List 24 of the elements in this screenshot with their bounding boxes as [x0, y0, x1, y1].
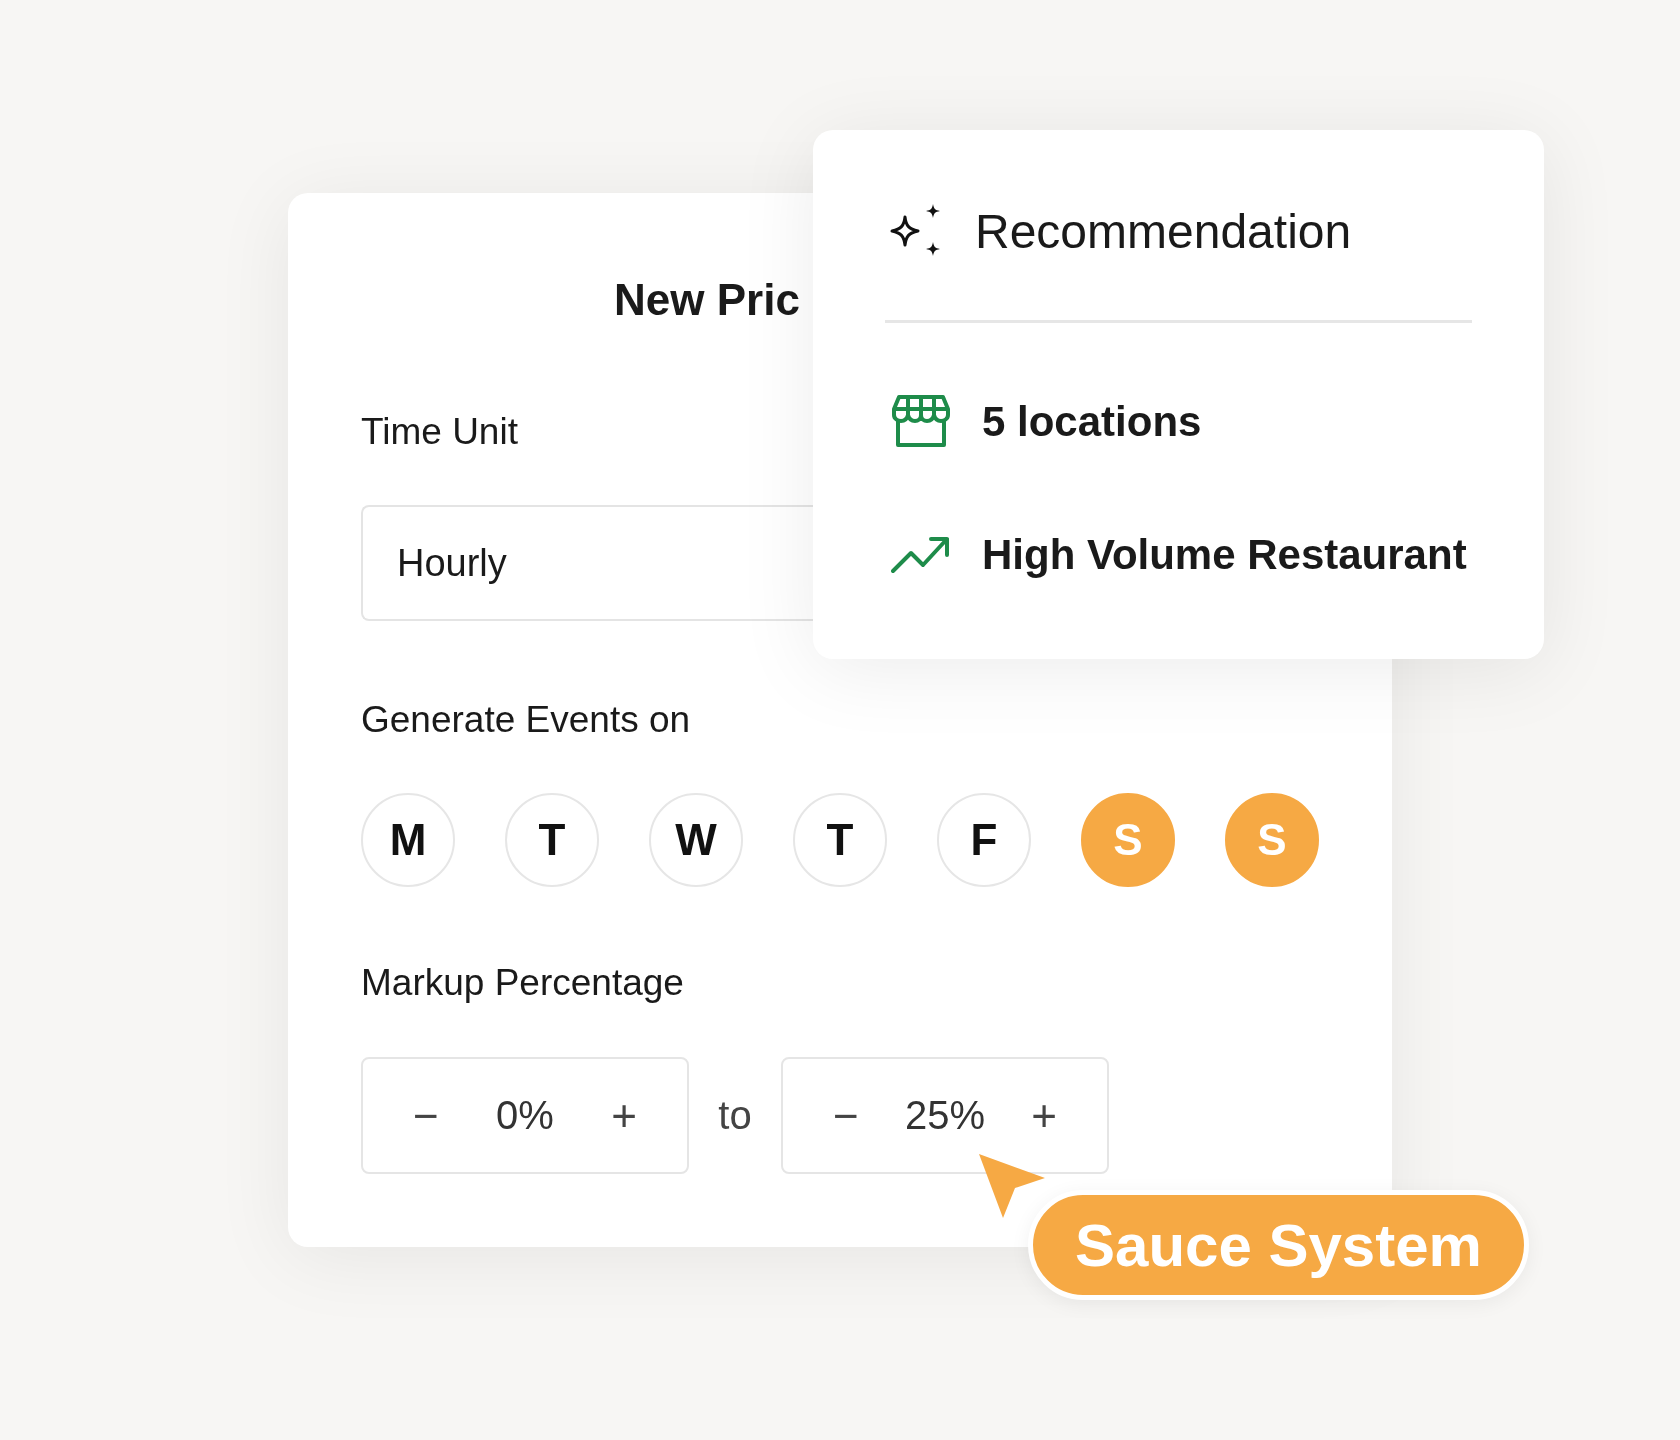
field-label: Generate Events on	[361, 698, 691, 742]
increment-button[interactable]: +	[611, 1090, 637, 1141]
user-tag: Sauce System	[1028, 1190, 1529, 1300]
day-toggle[interactable]: F	[937, 793, 1031, 887]
day-toggle[interactable]: M	[361, 793, 455, 887]
recommendation-title: Recommendation	[975, 203, 1352, 259]
stepper-value: 0%	[496, 1093, 554, 1138]
recommendation-item: 5 locations	[982, 398, 1202, 446]
recommendation-item: High Volume Restaurant	[982, 531, 1467, 579]
field-label: Markup Percentage	[361, 961, 684, 1005]
decrement-button[interactable]: −	[833, 1090, 859, 1141]
cursor-icon	[977, 1152, 1047, 1220]
stepper-value: 25%	[904, 1093, 986, 1138]
range-separator: to	[717, 1093, 753, 1138]
stepper-field[interactable]: − 0% +	[361, 1057, 689, 1174]
day-toggle[interactable]: T	[505, 793, 599, 887]
increment-button[interactable]: +	[1031, 1090, 1057, 1141]
stepper-field[interactable]: − 25% +	[781, 1057, 1109, 1174]
field-label: Time Unit	[361, 410, 518, 454]
day-toggle[interactable]: W	[649, 793, 743, 887]
day-toggle[interactable]: T	[793, 793, 887, 887]
storefront-icon	[891, 395, 951, 449]
decrement-button[interactable]: −	[413, 1090, 439, 1141]
form-title: New Pric	[614, 274, 800, 326]
